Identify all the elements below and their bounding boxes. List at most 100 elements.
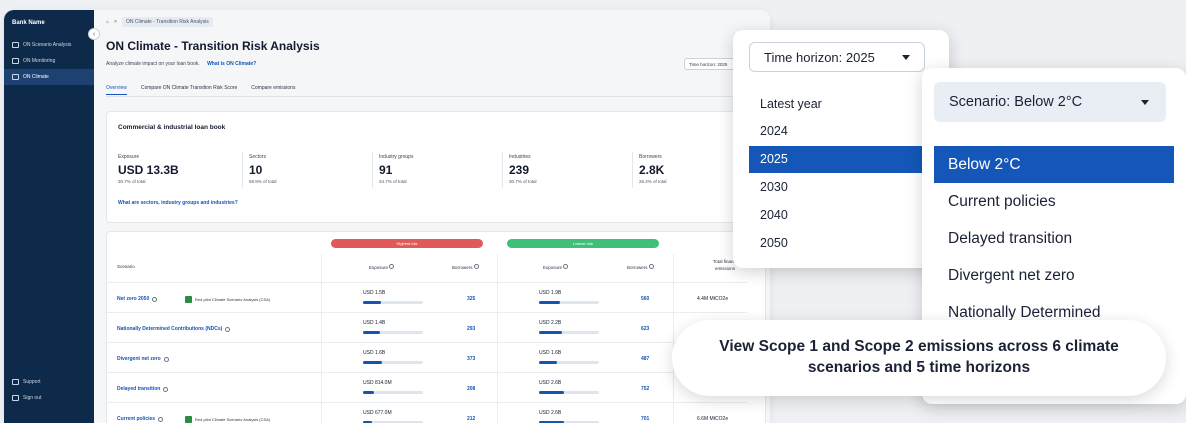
high-exposure-value: USD 1.4B [363, 320, 386, 326]
scenario-option-3[interactable]: Divergent net zero [934, 257, 1174, 294]
header-label: Borrowers [627, 265, 648, 270]
low-borrowers-link[interactable]: 701 [641, 416, 649, 422]
scenario-link[interactable]: Net zero 2050 [117, 296, 158, 302]
low-exposure-bar [539, 301, 599, 304]
sidebar-item-label: Support [23, 379, 41, 385]
stat-value: 2.8K [639, 163, 665, 177]
monitor-icon [12, 58, 19, 64]
tabs-divider [106, 96, 746, 97]
bar-fill [539, 361, 557, 364]
tab-overview[interactable]: Overview [106, 85, 127, 95]
high-borrowers-link[interactable]: 325 [467, 296, 475, 302]
time-option-2050[interactable]: 2050 [749, 229, 949, 256]
low-exposure-bar [539, 331, 599, 334]
stat-sectors: Sectors 10 58.8% of total [249, 154, 277, 184]
sidebar-item-label: ON Climate [23, 74, 49, 80]
scenario-option-0[interactable]: Below 2°C [934, 146, 1174, 183]
source-text: Red pilot Climate Scenario Analysis (CSA… [195, 417, 271, 422]
info-icon[interactable] [163, 356, 169, 362]
info-icon[interactable] [648, 264, 654, 269]
sidebar-item-monitoring[interactable]: ON Monitoring [4, 53, 94, 69]
high-borrowers-link[interactable]: 373 [467, 356, 475, 362]
info-icon[interactable] [389, 264, 395, 269]
low-borrowers-link[interactable]: 560 [641, 296, 649, 302]
row-divider [107, 342, 747, 343]
sidebar-item-sign-out[interactable]: Sign out [4, 390, 94, 406]
time-option-2025[interactable]: 2025 [749, 145, 949, 173]
scenario-select[interactable]: Scenario: Below 2°C [934, 82, 1166, 122]
stat-industry-groups: Industry groups 91 34.7% of total [379, 154, 413, 184]
scenario-link[interactable]: Nationally Determined Contributions (NDC… [117, 326, 231, 332]
tab-compare-emissions[interactable]: Compare emissions [251, 85, 295, 95]
info-icon[interactable] [152, 296, 158, 302]
sidebar-item-scenario-analysis[interactable]: ON Scenario Analysis [4, 37, 94, 53]
info-icon[interactable] [473, 264, 479, 269]
time-horizon-dropdown-panel: Time horizon: 2025 Latest year 2024 2025 20… [733, 30, 949, 268]
total-emissions-value: 4.4M MtCO2e [697, 296, 729, 302]
bar-fill [539, 331, 562, 334]
high-borrowers-link[interactable]: 293 [467, 326, 475, 332]
building-icon [185, 416, 192, 423]
stat-value: USD 13.3B [118, 163, 179, 177]
time-option-latest-year[interactable]: Latest year [749, 90, 949, 117]
chevron-left-icon: ‹ [92, 30, 96, 38]
scenario-link[interactable]: Current policies [117, 416, 164, 422]
low-exposure-bar [539, 391, 599, 394]
stat-label: Industries [509, 154, 531, 160]
home-icon[interactable]: ⌂ [106, 19, 109, 25]
breadcrumb: ⌂ > ON Climate - Transition Risk Analysi… [106, 17, 213, 27]
high-borrowers-link[interactable]: 208 [467, 386, 475, 392]
row-divider [107, 312, 747, 313]
leaf-icon [12, 74, 19, 80]
time-option-2040[interactable]: 2040 [749, 201, 949, 228]
time-option-2030[interactable]: 2030 [749, 173, 949, 200]
info-icon[interactable] [225, 326, 231, 332]
app-window: Bank Name ON Scenario Analysis ON Monito… [4, 10, 770, 423]
low-borrowers-link[interactable]: 752 [641, 386, 649, 392]
high-exposure-value: USD 814.0M [363, 380, 392, 386]
high-borrowers-link[interactable]: 212 [467, 416, 475, 422]
scenario-name: Divergent net zero [117, 356, 161, 362]
sidebar-bottom: Support Sign out [4, 374, 94, 406]
scenario-select-label: Scenario: Below 2°C [949, 94, 1083, 110]
page-subtitle: Analyze climate impact on your loan book… [106, 61, 256, 67]
high-borrowers-column-header: Borrowers [452, 264, 479, 270]
lowest-risk-pill: Lowest risk [507, 239, 659, 248]
scenario-link[interactable]: Delayed transition [117, 386, 169, 392]
bar-fill [363, 391, 374, 394]
time-horizon-select[interactable]: Time horizon: 2025 [749, 42, 925, 72]
what-is-on-climate-link[interactable]: What is ON Climate? [207, 61, 256, 67]
collapse-sidebar-button[interactable]: ‹ [88, 28, 100, 40]
scenario-option-1[interactable]: Current policies [934, 183, 1174, 220]
header-label: Exposure [369, 265, 389, 270]
stat-divider [632, 152, 633, 188]
stat-divider [242, 152, 243, 188]
sidebar-item-label: ON Monitoring [23, 58, 56, 64]
tab-compare-risk-score[interactable]: Compare ON Climate Transition Risk Score [141, 85, 237, 95]
stat-divider [372, 152, 373, 188]
stat-exposure: Exposure USD 13.3B 30.7% of total [118, 154, 179, 184]
stat-sub: 30.7% of total [509, 179, 537, 184]
high-exposure-bar [363, 301, 423, 304]
time-option-2024[interactable]: 2024 [749, 118, 949, 145]
total-emissions-value: 6.6M MtCO2e [697, 416, 729, 422]
info-icon[interactable] [563, 264, 569, 269]
sidebar-item-support[interactable]: Support [4, 374, 94, 390]
sectors-help-link[interactable]: What are sectors, industry groups and in… [118, 200, 238, 206]
info-icon[interactable] [163, 386, 169, 392]
high-exposure-bar [363, 331, 423, 334]
sidebar-item-label: Sign out [23, 395, 42, 401]
row-divider [107, 402, 747, 403]
low-borrowers-link[interactable]: 623 [641, 326, 649, 332]
low-borrowers-link[interactable]: 487 [641, 356, 649, 362]
scenario-option-2[interactable]: Delayed transition [934, 220, 1174, 257]
logout-icon [12, 395, 19, 401]
info-icon[interactable] [158, 416, 164, 422]
high-exposure-value: USD 1.5B [363, 290, 386, 296]
main-content: ⌂ > ON Climate - Transition Risk Analysi… [94, 10, 770, 423]
sidebar-item-climate[interactable]: ON Climate [4, 69, 94, 85]
bar-fill [363, 301, 381, 304]
low-exposure-value: USD 1.9B [539, 290, 562, 296]
scenario-link[interactable]: Divergent net zero [117, 356, 169, 362]
sidebar: Bank Name ON Scenario Analysis ON Monito… [4, 10, 94, 423]
